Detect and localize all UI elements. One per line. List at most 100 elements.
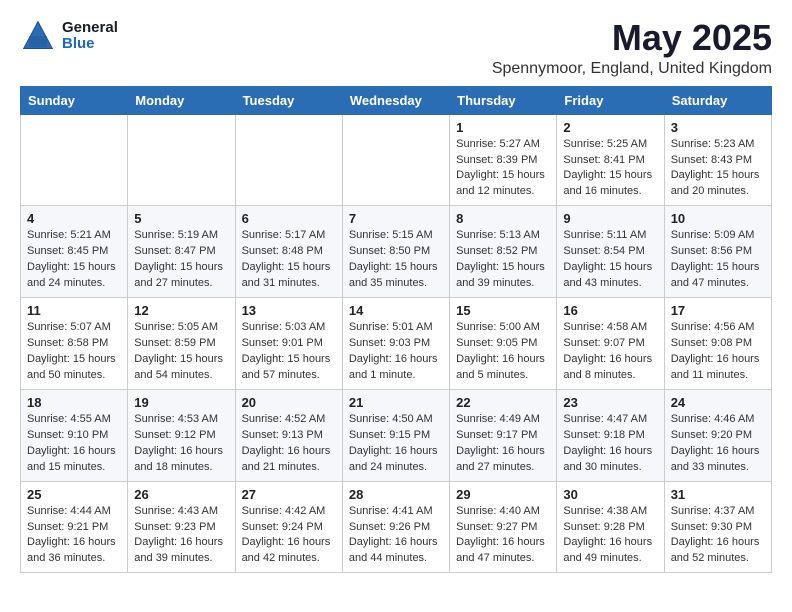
day-info: Sunrise: 5:19 AM Sunset: 8:47 PM Dayligh… [134,228,228,292]
calendar-cell: 25 Sunrise: 4:44 AM Sunset: 9:21 PM Dayli… [21,481,128,573]
day-number: 30 [563,487,657,502]
day-number: 12 [134,303,228,318]
day-info: Sunrise: 5:05 AM Sunset: 8:59 PM Dayligh… [134,320,228,384]
weekday-header-thursday: Thursday [450,86,557,114]
day-info: Sunrise: 4:58 AM Sunset: 9:07 PM Dayligh… [563,320,657,384]
week-row-4: 18 Sunrise: 4:55 AM Sunset: 9:10 PM Dayli… [21,389,772,481]
logo-icon [20,18,56,54]
day-number: 20 [242,395,336,410]
week-row-1: 1Sunrise: 5:27 AM Sunset: 8:39 PM Daylig… [21,114,772,206]
calendar-cell: 31 Sunrise: 4:37 AM Sunset: 9:30 PM Dayli… [664,481,771,573]
day-info: Sunrise: 5:03 AM Sunset: 9:01 PM Dayligh… [242,320,336,384]
day-number: 14 [349,303,443,318]
calendar-cell [21,114,128,206]
calendar-cell: 10 Sunrise: 5:09 AM Sunset: 8:56 PM Dayli… [664,206,771,298]
day-number: 24 [671,395,765,410]
day-number: 11 [27,303,121,318]
day-info: Sunrise: 4:44 AM Sunset: 9:21 PM Dayligh… [27,504,121,568]
weekday-header-wednesday: Wednesday [342,86,449,114]
page: General Blue May 2025 Spennymoor, Englan… [0,0,792,587]
day-info: Sunrise: 4:47 AM Sunset: 9:18 PM Dayligh… [563,412,657,476]
calendar-cell: 3 Sunrise: 5:23 AM Sunset: 8:43 PM Daylig… [664,114,771,206]
day-info: Sunrise: 4:46 AM Sunset: 9:20 PM Dayligh… [671,412,765,476]
day-info: Sunrise: 5:15 AM Sunset: 8:50 PM Dayligh… [349,228,443,292]
calendar-cell: 6 Sunrise: 5:17 AM Sunset: 8:48 PM Daylig… [235,206,342,298]
day-number: 7 [349,211,443,226]
weekday-header-tuesday: Tuesday [235,86,342,114]
calendar-cell: 21Sunrise: 4:50 AM Sunset: 9:15 PM Dayli… [342,389,449,481]
day-number: 16 [563,303,657,318]
calendar-cell: 23Sunrise: 4:47 AM Sunset: 9:18 PM Dayli… [557,389,664,481]
day-info: Sunrise: 4:49 AM Sunset: 9:17 PM Dayligh… [456,412,550,476]
day-info: Sunrise: 5:23 AM Sunset: 8:43 PM Dayligh… [671,137,765,201]
day-number: 15 [456,303,550,318]
calendar-cell: 18 Sunrise: 4:55 AM Sunset: 9:10 PM Dayli… [21,389,128,481]
calendar-cell: 8Sunrise: 5:13 AM Sunset: 8:52 PM Daylig… [450,206,557,298]
calendar-subtitle: Spennymoor, England, United Kingdom [492,60,772,78]
week-row-5: 25 Sunrise: 4:44 AM Sunset: 9:21 PM Dayli… [21,481,772,573]
header: General Blue May 2025 Spennymoor, Englan… [20,18,772,78]
day-number: 29 [456,487,550,502]
calendar-cell: 2 Sunrise: 5:25 AM Sunset: 8:41 PM Daylig… [557,114,664,206]
day-info: Sunrise: 4:37 AM Sunset: 9:30 PM Dayligh… [671,504,765,568]
title-block: May 2025 Spennymoor, England, United Kin… [492,18,772,78]
day-info: Sunrise: 5:00 AM Sunset: 9:05 PM Dayligh… [456,320,550,384]
day-info: Sunrise: 4:41 AM Sunset: 9:26 PM Dayligh… [349,504,443,568]
day-info: Sunrise: 4:42 AM Sunset: 9:24 PM Dayligh… [242,504,336,568]
calendar-cell: 26 Sunrise: 4:43 AM Sunset: 9:23 PM Dayli… [128,481,235,573]
calendar-cell: 4 Sunrise: 5:21 AM Sunset: 8:45 PM Daylig… [21,206,128,298]
day-number: 2 [563,120,657,135]
day-number: 8 [456,211,550,226]
day-info: Sunrise: 5:09 AM Sunset: 8:56 PM Dayligh… [671,228,765,292]
day-info: Sunrise: 5:11 AM Sunset: 8:54 PM Dayligh… [563,228,657,292]
week-row-3: 11 Sunrise: 5:07 AM Sunset: 8:58 PM Dayli… [21,298,772,390]
day-number: 25 [27,487,121,502]
calendar-cell: 30 Sunrise: 4:38 AM Sunset: 9:28 PM Dayli… [557,481,664,573]
calendar-cell: 27 Sunrise: 4:42 AM Sunset: 9:24 PM Dayli… [235,481,342,573]
calendar-cell: 15 Sunrise: 5:00 AM Sunset: 9:05 PM Dayli… [450,298,557,390]
day-info: Sunrise: 5:25 AM Sunset: 8:41 PM Dayligh… [563,137,657,201]
week-row-2: 4 Sunrise: 5:21 AM Sunset: 8:45 PM Daylig… [21,206,772,298]
day-number: 5 [134,211,228,226]
day-info: Sunrise: 4:56 AM Sunset: 9:08 PM Dayligh… [671,320,765,384]
calendar-cell: 7 Sunrise: 5:15 AM Sunset: 8:50 PM Daylig… [342,206,449,298]
calendar-table: SundayMondayTuesdayWednesdayThursdayFrid… [20,86,772,574]
day-info: Sunrise: 5:01 AM Sunset: 9:03 PM Dayligh… [349,320,443,384]
calendar-cell: 28 Sunrise: 4:41 AM Sunset: 9:26 PM Dayli… [342,481,449,573]
day-number: 4 [27,211,121,226]
day-number: 26 [134,487,228,502]
day-number: 28 [349,487,443,502]
calendar-cell: 12 Sunrise: 5:05 AM Sunset: 8:59 PM Dayli… [128,298,235,390]
day-info: Sunrise: 4:53 AM Sunset: 9:12 PM Dayligh… [134,412,228,476]
calendar-title: May 2025 [492,18,772,58]
day-info: Sunrise: 4:55 AM Sunset: 9:10 PM Dayligh… [27,412,121,476]
day-number: 10 [671,211,765,226]
calendar-cell: 14 Sunrise: 5:01 AM Sunset: 9:03 PM Dayli… [342,298,449,390]
day-info: Sunrise: 5:27 AM Sunset: 8:39 PM Dayligh… [456,137,550,201]
day-number: 21 [349,395,443,410]
day-info: Sunrise: 4:43 AM Sunset: 9:23 PM Dayligh… [134,504,228,568]
weekday-header-monday: Monday [128,86,235,114]
weekday-header-row: SundayMondayTuesdayWednesdayThursdayFrid… [21,86,772,114]
logo-text: General Blue [62,20,118,53]
logo: General Blue [20,18,118,54]
day-number: 3 [671,120,765,135]
calendar-cell [128,114,235,206]
day-number: 18 [27,395,121,410]
day-number: 17 [671,303,765,318]
day-info: Sunrise: 5:07 AM Sunset: 8:58 PM Dayligh… [27,320,121,384]
day-number: 31 [671,487,765,502]
calendar-cell [235,114,342,206]
day-number: 19 [134,395,228,410]
calendar-cell: 17 Sunrise: 4:56 AM Sunset: 9:08 PM Dayli… [664,298,771,390]
day-info: Sunrise: 5:17 AM Sunset: 8:48 PM Dayligh… [242,228,336,292]
weekday-header-saturday: Saturday [664,86,771,114]
day-number: 6 [242,211,336,226]
day-number: 13 [242,303,336,318]
day-info: Sunrise: 5:21 AM Sunset: 8:45 PM Dayligh… [27,228,121,292]
day-number: 27 [242,487,336,502]
day-info: Sunrise: 4:38 AM Sunset: 9:28 PM Dayligh… [563,504,657,568]
calendar-cell: 13 Sunrise: 5:03 AM Sunset: 9:01 PM Dayli… [235,298,342,390]
calendar-cell: 5 Sunrise: 5:19 AM Sunset: 8:47 PM Daylig… [128,206,235,298]
logo-general: General [62,20,118,37]
